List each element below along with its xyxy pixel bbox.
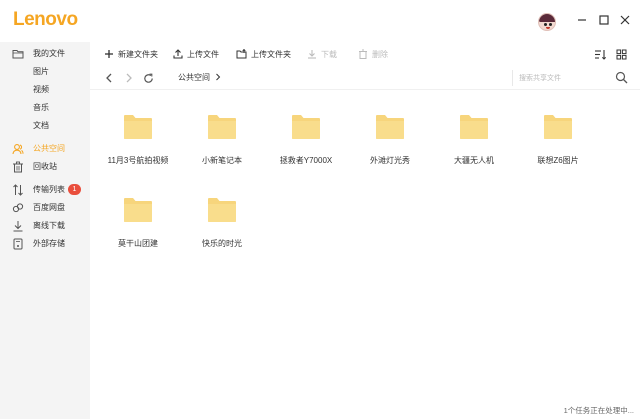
delete-button[interactable]: 删除 bbox=[358, 47, 388, 61]
forward-button[interactable] bbox=[122, 71, 136, 85]
sort-button[interactable] bbox=[594, 47, 610, 61]
sidebar-item-label: 文档 bbox=[33, 121, 49, 130]
search-icon[interactable] bbox=[615, 71, 628, 84]
sidebar: 我的文件 图片 视频 音乐 文档 公共空间 回收站 传输列表 1 百度网盘 离线… bbox=[0, 42, 90, 419]
folder-item[interactable]: 联想Z6图片 bbox=[516, 91, 600, 165]
sidebar-item-label: 外部存储 bbox=[33, 239, 65, 248]
status-bar: 1个任务正在处理中... bbox=[90, 401, 640, 419]
sidebar-item-recycle-bin[interactable]: 回收站 bbox=[0, 158, 90, 176]
download-icon bbox=[308, 50, 316, 59]
folder-outline-icon bbox=[12, 50, 24, 59]
task-status-text[interactable]: 1个任务正在处理中... bbox=[564, 405, 634, 416]
folder-item[interactable]: 小新笔记本 bbox=[180, 91, 264, 165]
folder-item[interactable]: 外滩灯光秀 bbox=[348, 91, 432, 165]
folder-item[interactable]: 拯救者Y7000X bbox=[264, 91, 348, 165]
folder-icon bbox=[208, 115, 236, 139]
folder-name: 外滩灯光秀 bbox=[370, 156, 410, 165]
download-button[interactable]: 下载 bbox=[307, 47, 337, 61]
baidu-icon bbox=[12, 203, 24, 213]
sidebar-item-transfer-list[interactable]: 传输列表 1 bbox=[0, 181, 90, 199]
close-icon[interactable] bbox=[617, 12, 633, 28]
upload-file-button[interactable]: 上传文件 bbox=[173, 47, 219, 61]
storage-icon bbox=[13, 238, 23, 250]
people-icon bbox=[12, 144, 24, 155]
sidebar-item-external-storage[interactable]: 外部存储 bbox=[0, 235, 90, 253]
breadcrumb-item: 公共空间 bbox=[178, 73, 210, 82]
refresh-button[interactable] bbox=[141, 71, 155, 85]
folder-item[interactable]: 莫干山团建 bbox=[96, 174, 180, 248]
folder-name: 11月3号航拍视频 bbox=[107, 156, 169, 165]
upload-folder-label: 上传文件夹 bbox=[251, 49, 291, 59]
chevron-right-icon bbox=[216, 73, 221, 81]
sidebar-item-documents[interactable]: 文档 bbox=[0, 117, 90, 135]
folder-name: 莫干山团建 bbox=[118, 239, 158, 248]
sidebar-item-my-files[interactable]: 我的文件 bbox=[0, 45, 90, 63]
grid-view-icon bbox=[616, 49, 627, 59]
new-folder-button[interactable]: 新建文件夹 bbox=[104, 47, 158, 61]
sidebar-item-label: 图片 bbox=[33, 67, 49, 76]
download-label: 下载 bbox=[321, 49, 337, 59]
folder-icon bbox=[124, 115, 152, 139]
folder-item[interactable]: 11月3号航拍视频 bbox=[96, 91, 180, 165]
sidebar-item-label: 公共空间 bbox=[33, 144, 65, 153]
sidebar-item-label: 传输列表 bbox=[33, 185, 65, 194]
transfer-icon bbox=[13, 184, 23, 196]
breadcrumb[interactable]: 公共空间 bbox=[178, 72, 221, 83]
folder-upload-icon bbox=[236, 49, 247, 59]
folder-icon bbox=[460, 115, 488, 139]
sidebar-item-videos[interactable]: 视频 bbox=[0, 81, 90, 99]
chevron-left-icon bbox=[106, 73, 112, 83]
search-box bbox=[512, 70, 632, 86]
folder-icon bbox=[544, 115, 572, 139]
title-bar: Lenovo bbox=[0, 0, 640, 42]
chevron-right-icon bbox=[126, 73, 132, 83]
refresh-icon bbox=[143, 73, 153, 83]
back-button[interactable] bbox=[102, 71, 116, 85]
file-grid: 11月3号航拍视频 小新笔记本 拯救者Y7000X 外滩灯光秀 大疆无人机 联想… bbox=[90, 91, 640, 401]
upload-icon bbox=[173, 49, 183, 59]
folder-item[interactable]: 大疆无人机 bbox=[432, 91, 516, 165]
trash-icon bbox=[359, 49, 367, 59]
sidebar-item-pictures[interactable]: 图片 bbox=[0, 63, 90, 81]
sidebar-item-baidu-netdisk[interactable]: 百度网盘 bbox=[0, 199, 90, 217]
sort-icon bbox=[595, 49, 606, 60]
search-input[interactable] bbox=[519, 72, 607, 84]
folder-icon bbox=[292, 115, 320, 139]
folder-name: 大疆无人机 bbox=[454, 156, 494, 165]
folder-name: 联想Z6图片 bbox=[537, 156, 579, 165]
avatar-icon[interactable] bbox=[538, 13, 556, 31]
sidebar-item-label: 百度网盘 bbox=[33, 203, 65, 212]
grid-view-button[interactable] bbox=[616, 47, 631, 61]
sidebar-item-public-space[interactable]: 公共空间 bbox=[0, 140, 90, 158]
sidebar-item-label: 视频 bbox=[33, 85, 49, 94]
new-folder-label: 新建文件夹 bbox=[118, 49, 158, 59]
sidebar-item-offline-download[interactable]: 离线下载 bbox=[0, 217, 90, 235]
sidebar-item-label: 音乐 bbox=[33, 103, 49, 112]
folder-icon bbox=[376, 115, 404, 139]
app-logo: Lenovo bbox=[13, 9, 78, 30]
delete-label: 删除 bbox=[372, 49, 388, 59]
sidebar-item-label: 离线下载 bbox=[33, 221, 65, 230]
plus-icon bbox=[105, 50, 113, 58]
sidebar-item-label: 我的文件 bbox=[33, 49, 65, 58]
upload-folder-button[interactable]: 上传文件夹 bbox=[236, 47, 291, 61]
download-icon bbox=[13, 221, 23, 232]
folder-item[interactable]: 快乐的时光 bbox=[180, 174, 264, 248]
trash-icon bbox=[13, 161, 23, 173]
folder-name: 快乐的时光 bbox=[202, 239, 242, 248]
toolbar: 新建文件夹 上传文件 上传文件夹 下载 删除 bbox=[90, 42, 640, 66]
upload-file-label: 上传文件 bbox=[187, 49, 219, 59]
minimize-icon[interactable] bbox=[574, 12, 590, 28]
sidebar-item-label: 回收站 bbox=[33, 162, 57, 171]
folder-icon bbox=[124, 198, 152, 222]
sidebar-item-music[interactable]: 音乐 bbox=[0, 99, 90, 117]
folder-name: 拯救者Y7000X bbox=[279, 156, 333, 165]
navigation-bar: 公共空间 bbox=[90, 66, 640, 90]
transfer-count-badge: 1 bbox=[68, 184, 81, 195]
folder-name: 小新笔记本 bbox=[202, 156, 242, 165]
maximize-icon[interactable] bbox=[596, 12, 612, 28]
folder-icon bbox=[208, 198, 236, 222]
